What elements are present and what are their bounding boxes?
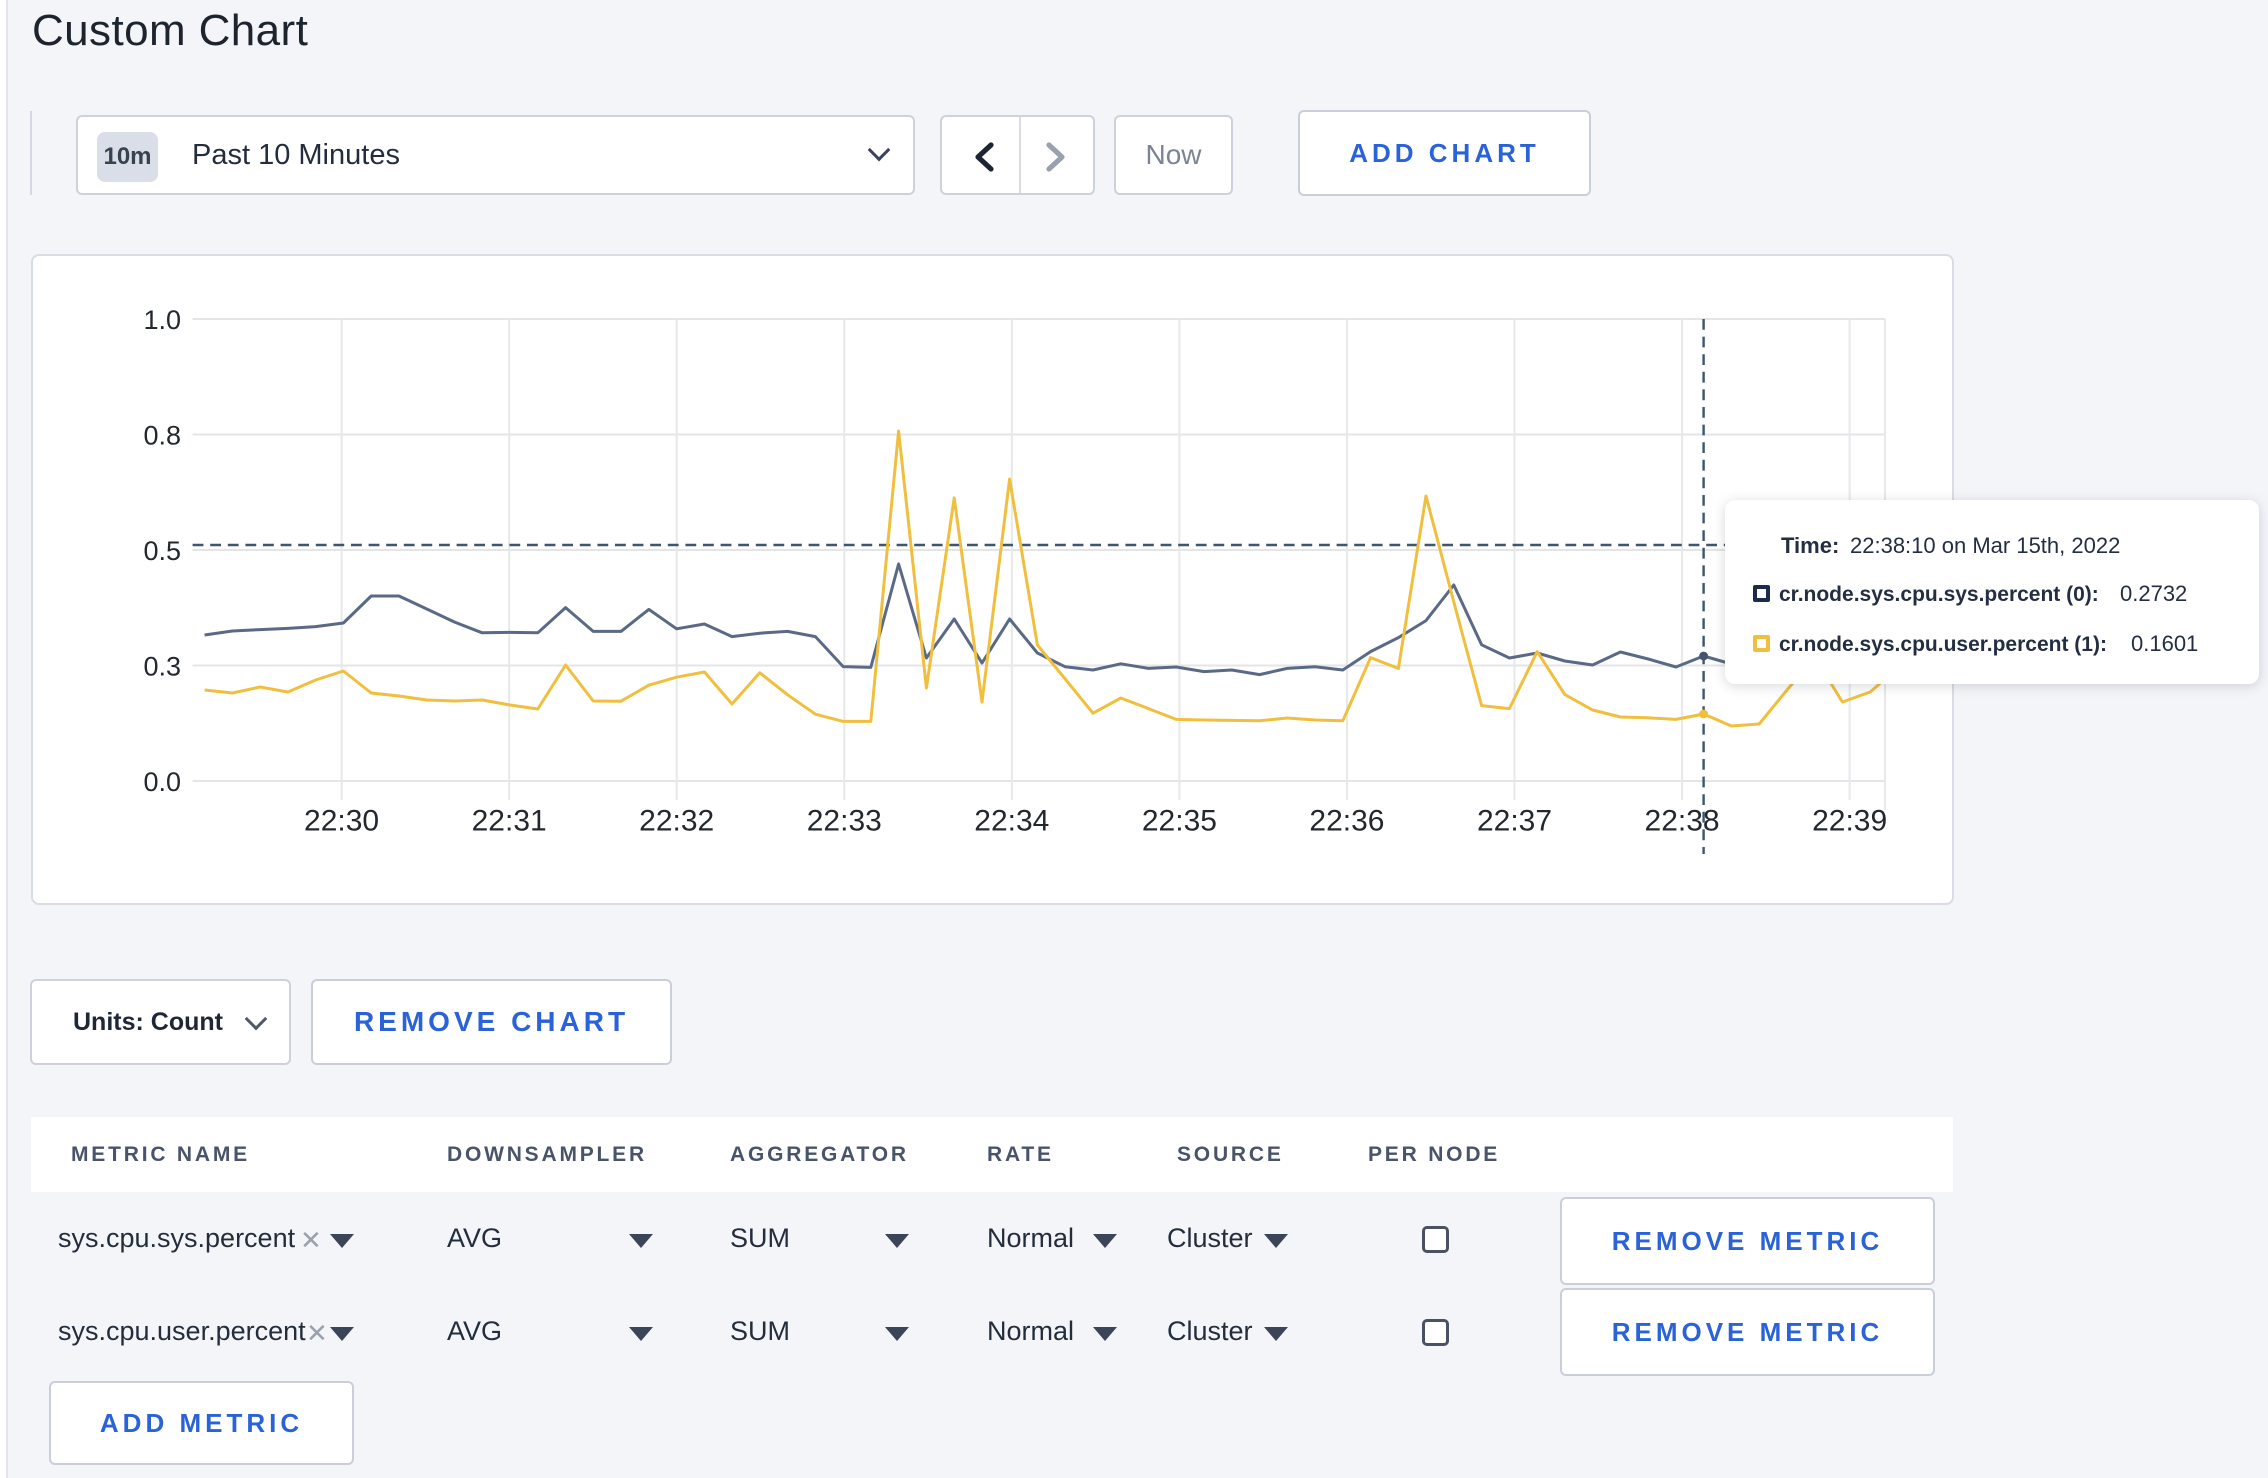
svg-text:0.8: 0.8 <box>143 421 181 451</box>
svg-text:1.0: 1.0 <box>143 305 181 335</box>
svg-text:22:36: 22:36 <box>1309 805 1384 838</box>
svg-text:22:35: 22:35 <box>1142 805 1217 838</box>
svg-text:0.5: 0.5 <box>143 536 181 566</box>
svg-text:0.3: 0.3 <box>143 652 181 682</box>
svg-text:22:30: 22:30 <box>304 805 379 838</box>
svg-text:22:38: 22:38 <box>1645 805 1720 838</box>
svg-text:22:32: 22:32 <box>639 805 714 838</box>
svg-text:22:34: 22:34 <box>974 805 1049 838</box>
svg-text:22:33: 22:33 <box>807 805 882 838</box>
svg-text:0.0: 0.0 <box>143 767 181 797</box>
svg-text:22:37: 22:37 <box>1477 805 1552 838</box>
svg-text:22:39: 22:39 <box>1812 805 1887 838</box>
svg-text:22:31: 22:31 <box>472 805 547 838</box>
